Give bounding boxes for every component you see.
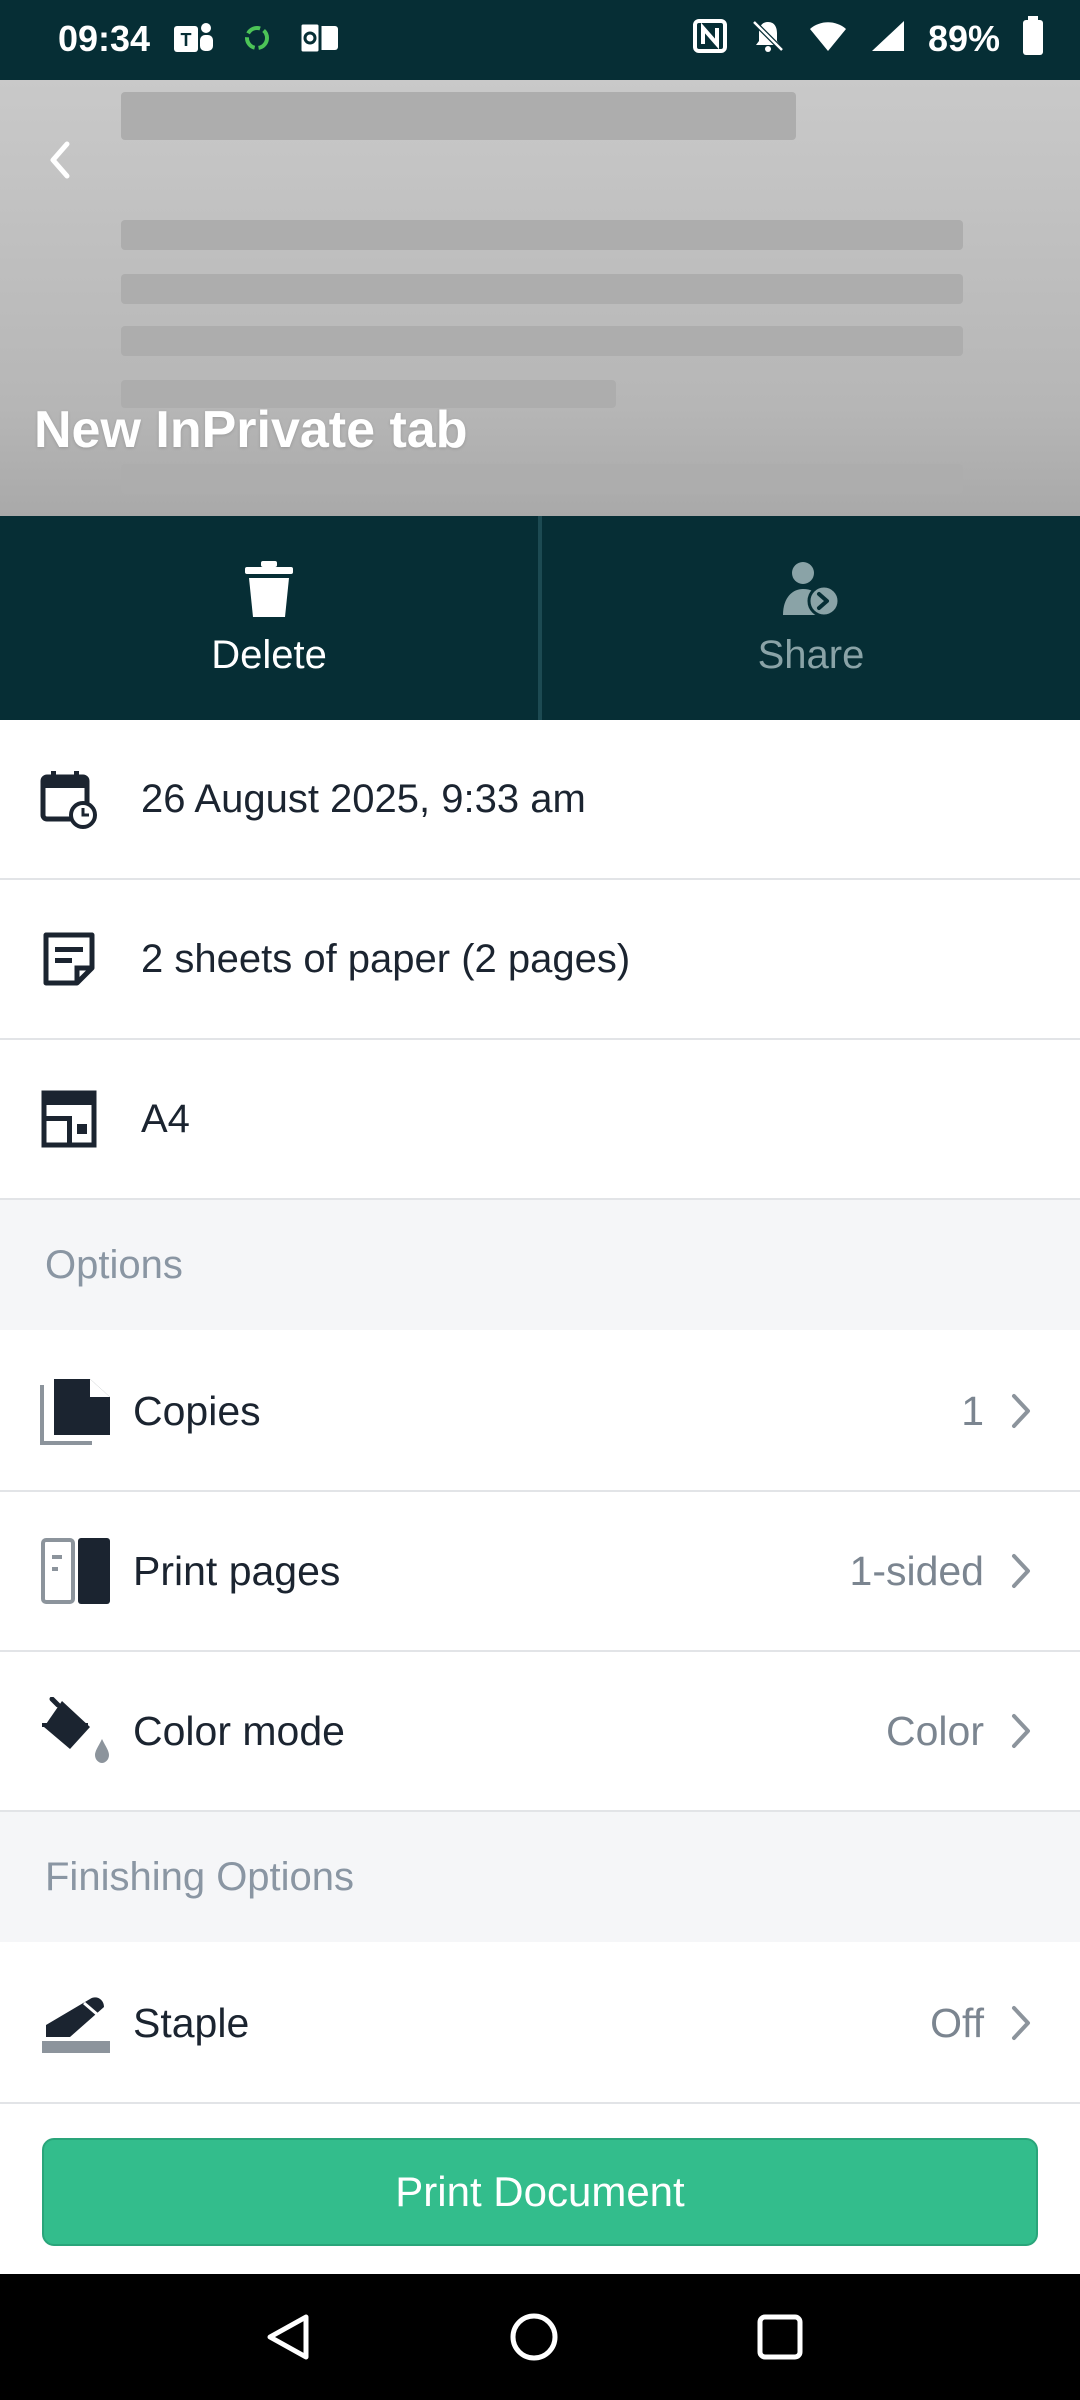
delete-label: Delete xyxy=(211,632,327,677)
copies-row[interactable]: Copies 1 xyxy=(0,1332,1080,1492)
preview-skeleton-line xyxy=(121,92,796,140)
nav-back-button[interactable] xyxy=(256,2305,320,2369)
status-time: 09:34 xyxy=(58,18,151,59)
preview-skeleton-line xyxy=(121,326,963,356)
chevron-left-icon xyxy=(50,141,70,179)
share-person-icon xyxy=(783,561,841,617)
paper-layout-icon xyxy=(40,1089,98,1149)
outlook-icon xyxy=(298,20,340,61)
mute-bell-icon xyxy=(750,18,786,59)
color-mode-row[interactable]: Color mode Color xyxy=(0,1652,1080,1812)
finishing-section-label: Finishing Options xyxy=(45,1854,355,1899)
paper-size: A4 xyxy=(141,1096,190,1141)
share-label: Share xyxy=(757,632,865,677)
staple-label: Staple xyxy=(133,1999,250,2046)
staple-row[interactable]: Staple Off xyxy=(0,1944,1080,2104)
battery-percentage: 89% xyxy=(927,17,1000,59)
preview-skeleton-line xyxy=(121,220,963,250)
signal-icon xyxy=(870,19,906,58)
delete-button[interactable]: Delete xyxy=(0,516,538,720)
print-pages-value: 1-sided xyxy=(849,1547,984,1594)
color-mode-label: Color mode xyxy=(133,1707,345,1754)
svg-text:T: T xyxy=(181,30,192,50)
navigation-bar xyxy=(0,2274,1080,2400)
options-section-header: Options xyxy=(0,1200,1080,1330)
nfc-icon xyxy=(692,18,728,59)
share-button[interactable]: Share xyxy=(542,516,1080,720)
print-date: 26 August 2025, 9:33 am xyxy=(141,776,586,821)
sync-icon xyxy=(242,23,272,58)
staple-value: Off xyxy=(930,1999,984,2046)
copies-value: 1 xyxy=(961,1387,984,1434)
stapler-icon xyxy=(40,1987,112,2059)
status-bar: 09:34 T 89% xyxy=(0,0,1080,80)
paint-bucket-icon xyxy=(40,1695,112,1767)
chevron-right-icon xyxy=(1010,1391,1040,1431)
circle-home-icon xyxy=(510,2313,558,2361)
print-document-button[interactable]: Print Document xyxy=(42,2138,1038,2246)
options-section-label: Options xyxy=(45,1242,183,1287)
triangle-back-icon xyxy=(267,2314,309,2360)
copies-icon xyxy=(40,1375,112,1447)
square-recents-icon xyxy=(757,2314,803,2360)
sheets-row: 2 sheets of paper (2 pages) xyxy=(0,880,1080,1040)
preview-skeleton-line xyxy=(121,464,963,494)
sheets-count: 2 sheets of paper (2 pages) xyxy=(141,936,631,981)
nav-recents-button[interactable] xyxy=(748,2305,812,2369)
nav-home-button[interactable] xyxy=(502,2305,566,2369)
action-bar: Delete Share xyxy=(0,516,1080,720)
document-title: New InPrivate tab xyxy=(34,401,468,459)
print-pages-row[interactable]: Print pages 1-sided xyxy=(0,1492,1080,1652)
document-preview: New InPrivate tab xyxy=(0,80,1080,516)
calendar-clock-icon xyxy=(40,769,98,829)
chevron-right-icon xyxy=(1010,1711,1040,1751)
copies-label: Copies xyxy=(133,1387,261,1434)
chevron-right-icon xyxy=(1010,2003,1040,2043)
wifi-icon xyxy=(808,19,848,58)
note-icon xyxy=(40,929,98,989)
color-mode-value: Color xyxy=(886,1707,984,1754)
paper-size-row: A4 xyxy=(0,1040,1080,1200)
preview-skeleton-line xyxy=(121,274,963,304)
date-row: 26 August 2025, 9:33 am xyxy=(0,720,1080,880)
teams-icon: T xyxy=(172,18,216,63)
print-pages-icon xyxy=(40,1535,112,1607)
print-bar: Print Document xyxy=(0,2108,1080,2274)
trash-icon xyxy=(245,560,293,617)
chevron-right-icon xyxy=(1010,1551,1040,1591)
finishing-section-header: Finishing Options xyxy=(0,1812,1080,1942)
back-button[interactable] xyxy=(30,130,90,190)
battery-icon xyxy=(1022,16,1044,61)
print-pages-label: Print pages xyxy=(133,1547,341,1594)
